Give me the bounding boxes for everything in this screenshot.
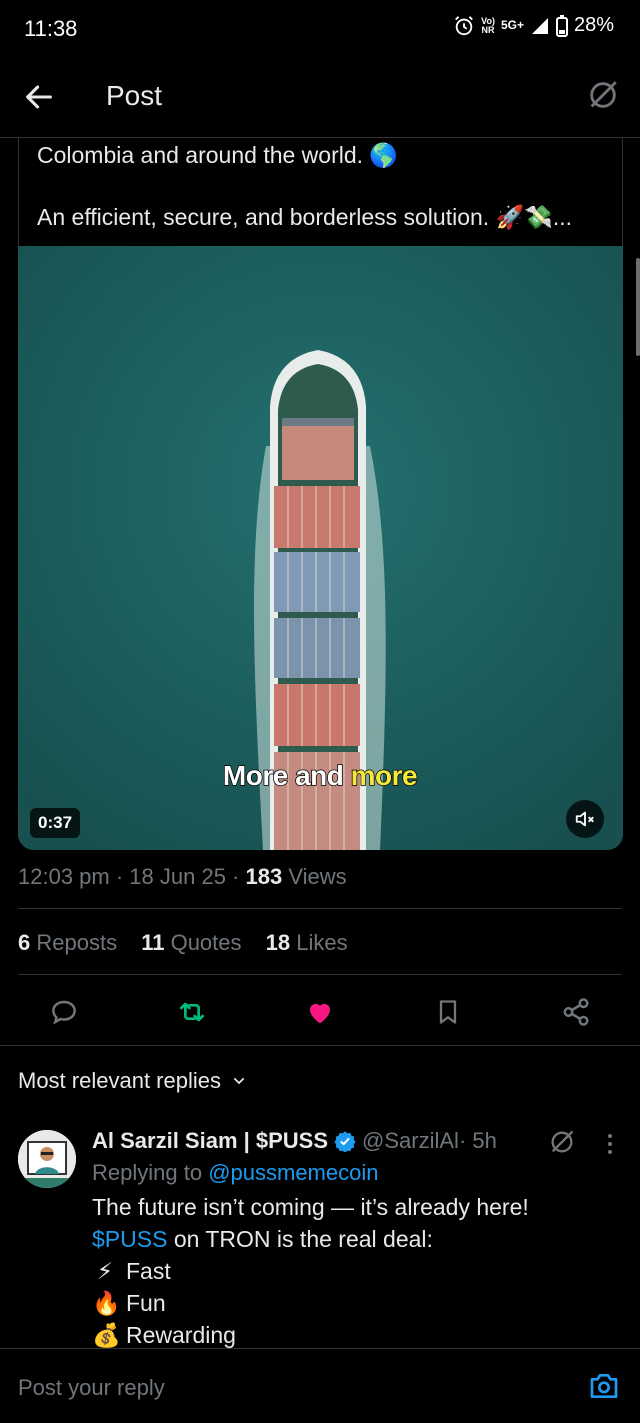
battery-level: 28%	[573, 14, 614, 36]
replying-to-link[interactable]: @pussmemecoin	[208, 1160, 378, 1185]
like-button[interactable]	[304, 996, 336, 1028]
reposts-stat[interactable]: 6 Reposts	[18, 930, 117, 955]
replying-to: Replying to @pussmemecoin	[92, 1160, 379, 1185]
video-caption: More and more	[0, 759, 640, 792]
grok-button[interactable]	[586, 78, 622, 114]
battery-icon	[555, 14, 568, 37]
page-title: Post	[106, 80, 163, 111]
fire-icon: 🔥	[92, 1290, 121, 1316]
post-actions	[0, 988, 640, 1034]
reply-bullet: 💰 Rewarding	[92, 1322, 236, 1348]
reply-header: Al Sarzil Siam | $PUSS @SarzilAl · 5h	[92, 1128, 497, 1154]
divider	[0, 1045, 640, 1046]
post-date: 18 Jun 25	[129, 864, 226, 889]
post-time: 12:03 pm	[18, 864, 110, 889]
repost-icon	[180, 1002, 204, 1022]
mute-button[interactable]	[566, 800, 604, 838]
status-icons: Vo) NR 5G+ 28%	[453, 14, 614, 37]
reply-icon	[52, 1000, 76, 1025]
caption-highlight: more	[350, 759, 418, 792]
views-count: 183	[245, 864, 283, 889]
reply-compose-bar: Post your reply	[0, 1348, 640, 1423]
reply-author-handle[interactable]: @SarzilAl	[362, 1128, 459, 1154]
avatar-image	[18, 1130, 76, 1188]
quotes-stat[interactable]: 11 Quotes	[141, 930, 241, 955]
reply-more-button[interactable]	[600, 1130, 620, 1158]
replies-sort-dropdown[interactable]: Most relevant replies	[18, 1068, 247, 1094]
alarm-icon	[455, 15, 474, 35]
cashtag-link[interactable]: $PUSS	[92, 1226, 167, 1252]
heart-filled-icon	[310, 1003, 330, 1024]
share-button[interactable]	[560, 996, 592, 1028]
avatar[interactable]	[18, 1130, 76, 1188]
likes-stat[interactable]: 18 Likes	[266, 930, 348, 955]
reply-bullet: 🔥 Fun	[92, 1290, 166, 1316]
post-text-line[interactable]: An efficient, secure, and borderless sol…	[37, 204, 572, 231]
scrollbar[interactable]	[636, 258, 640, 356]
chevron-down-icon	[233, 1077, 245, 1085]
status-bar: 11:38 Vo) NR 5G+ 28%	[0, 0, 640, 56]
network-indicator: Vo) NR	[481, 15, 495, 35]
reply-text-line: $PUSS on TRON is the real deal:	[92, 1226, 433, 1252]
signal-icon	[531, 17, 548, 34]
reply-grok-button[interactable]	[548, 1128, 576, 1156]
reply-bullet: ⚡ Fast	[92, 1258, 171, 1285]
money-bag-icon: 💰	[92, 1322, 121, 1348]
bookmark-icon	[439, 1000, 457, 1024]
post-text-line: Colombia and around the world. 🌎	[37, 142, 399, 168]
more-vertical-icon	[608, 1134, 612, 1154]
grok-icon	[551, 1130, 574, 1153]
post-body: Colombia and around the world. 🌎 An effi…	[18, 138, 623, 246]
camera-icon	[590, 1374, 618, 1398]
verified-badge-icon	[334, 1131, 356, 1152]
post-header: Post	[0, 58, 640, 138]
views-label: Views	[282, 864, 347, 889]
speaker-muted-icon	[575, 811, 594, 827]
back-button[interactable]	[22, 80, 62, 116]
post-stats: 6 Reposts 11 Quotes 18 Likes	[18, 930, 366, 956]
lightning-icon: ⚡	[96, 1258, 114, 1284]
replies-sort-label: Most relevant replies	[18, 1068, 221, 1093]
bookmark-button[interactable]	[432, 996, 464, 1028]
reply-input[interactable]: Post your reply	[18, 1375, 165, 1401]
status-time: 11:38	[24, 16, 78, 41]
share-icon	[563, 998, 589, 1026]
caption-text: More and	[222, 759, 351, 792]
reply-button[interactable]	[48, 996, 80, 1028]
reply-text-line: The future isn’t coming — it’s already h…	[92, 1194, 529, 1220]
reply-item[interactable]: Al Sarzil Siam | $PUSS @SarzilAl · 5h Re…	[0, 1112, 640, 1348]
reply-time: · 5h	[458, 1128, 497, 1153]
camera-button[interactable]	[588, 1371, 620, 1401]
divider	[18, 908, 622, 909]
reply-author-name[interactable]: Al Sarzil Siam | $PUSS	[92, 1128, 328, 1154]
signal-type: 5G+	[500, 18, 524, 32]
grok-icon	[590, 81, 617, 108]
arrow-left-icon	[26, 85, 52, 109]
video-duration: 0:37	[30, 808, 81, 838]
divider	[18, 974, 622, 975]
post-meta: 12:03 pm · 18 Jun 25 · 183 Views	[18, 864, 347, 889]
repost-button[interactable]	[176, 996, 208, 1028]
